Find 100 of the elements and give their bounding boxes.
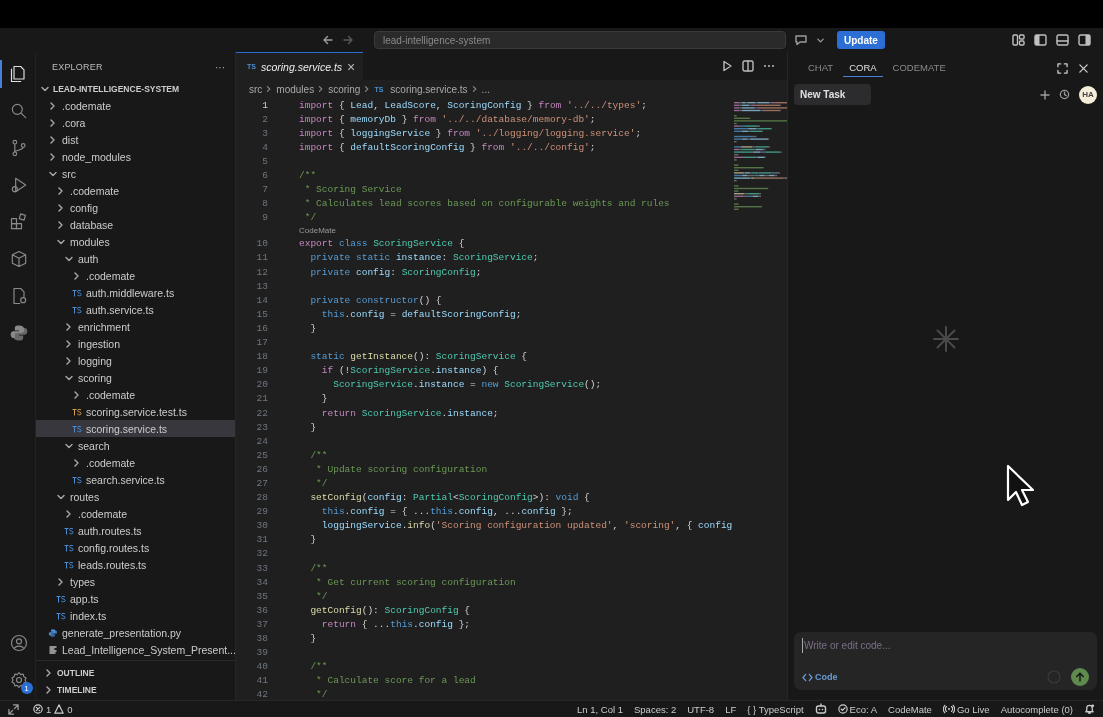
history-icon[interactable] (1059, 89, 1070, 100)
folder-item[interactable]: config (36, 199, 235, 216)
chat-input[interactable]: Write or edit code... (802, 638, 1089, 653)
section-header[interactable]: TIMELINE (40, 681, 235, 698)
breadcrumb-item[interactable]: scoring.service.ts (390, 83, 468, 95)
folder-item[interactable]: routes (36, 488, 235, 505)
split-editor-icon[interactable] (742, 60, 754, 72)
folder-item[interactable]: search (36, 437, 235, 454)
line-number: 39 (255, 647, 268, 659)
file-item[interactable]: app.ts (36, 590, 235, 607)
folder-item[interactable]: src (36, 165, 235, 182)
status-item[interactable]: CodeMate (888, 703, 932, 715)
file-item[interactable]: auth.routes.ts (36, 522, 235, 539)
chat-bubble-icon[interactable] (794, 34, 808, 46)
layout-grid-icon[interactable] (1012, 34, 1025, 46)
folder-item[interactable]: scoring (36, 369, 235, 386)
section-header[interactable]: OUTLINE (40, 664, 235, 681)
search-field[interactable]: lead-intelligence-system (374, 31, 786, 49)
code-line: */ (315, 590, 328, 602)
typescript-file-icon (72, 305, 82, 314)
breadcrumb-item[interactable]: scoring (328, 83, 361, 95)
avatar[interactable]: HA (1079, 85, 1097, 104)
tab-title: scoring.service.ts (260, 60, 343, 73)
line-number: 14 (255, 294, 268, 306)
right-panel-icon[interactable] (1078, 34, 1091, 46)
line-number: 24 (255, 435, 268, 447)
folder-item[interactable]: node_modules (36, 148, 235, 165)
folder-item[interactable]: .codemate (36, 454, 235, 471)
line-number: 29 (255, 506, 268, 518)
extensions-icon[interactable] (8, 212, 29, 232)
file-item[interactable]: auth.middleware.ts (36, 284, 235, 301)
folder-item[interactable]: .cora (36, 114, 235, 131)
code-line: setConfig(config: Partial<ScoringConfig>): void { (309, 492, 590, 504)
folder-item[interactable]: modules (36, 233, 235, 250)
line-number: 9 (261, 212, 268, 224)
breadcrumb-item[interactable]: ... (481, 83, 490, 95)
codelens-link[interactable]: CodeMate (299, 226, 336, 236)
file-item[interactable]: generate_presentation.py (36, 624, 235, 641)
file-item[interactable]: scoring.service.ts (36, 420, 235, 437)
run-icon[interactable] (721, 60, 733, 72)
status-item[interactable]: { } TypeScript (747, 703, 804, 715)
code-line: * Calculate score for a lead (315, 675, 476, 687)
file-item[interactable]: Lead_Intelligence_System_Present... (36, 641, 235, 658)
folder-item[interactable]: .codemate (36, 97, 235, 114)
problems-indicator[interactable]: 1 0 (33, 703, 73, 715)
breadcrumb-item[interactable]: modules (276, 83, 315, 95)
status-item[interactable]: LF (725, 703, 737, 715)
line-number: 7 (261, 184, 268, 196)
panel-tab[interactable]: CODEMATE (886, 59, 952, 77)
folder-item[interactable]: enrichment (36, 318, 235, 335)
remote-icon[interactable] (8, 703, 19, 715)
robot-icon[interactable] (814, 703, 827, 715)
code-line: } (309, 633, 317, 644)
bottom-panel-icon[interactable] (1056, 34, 1069, 46)
plus-icon[interactable] (1040, 89, 1050, 100)
left-panel-icon[interactable] (1034, 34, 1047, 46)
status-item[interactable]: Autocomplete (0) (1000, 703, 1073, 715)
status-item[interactable]: Eco: A (837, 703, 878, 715)
folder-item[interactable]: .codemate (36, 386, 235, 403)
line-number: 6 (261, 170, 268, 181)
breadcrumb-item[interactable]: src (249, 83, 263, 95)
close-icon[interactable] (1078, 62, 1089, 74)
panel-tab[interactable]: CORA (843, 59, 883, 77)
fullscreen-icon[interactable] (1057, 62, 1068, 74)
status-item[interactable]: Spaces: 2 (634, 703, 677, 715)
code-mode-button[interactable]: Code (802, 672, 838, 682)
folder-item[interactable]: database (36, 216, 235, 233)
update-button[interactable]: Update (837, 31, 885, 49)
panel-tab[interactable]: CHAT (802, 59, 840, 77)
file-item[interactable]: config.routes.ts (36, 539, 235, 556)
code-line: import { loggingService } from '../logging/logging.service'; (299, 127, 642, 139)
bell-icon[interactable] (1084, 703, 1095, 715)
file-item[interactable]: leads.routes.ts (36, 556, 235, 573)
folder-item[interactable]: dist (36, 131, 235, 148)
task-tab[interactable]: New Task (794, 84, 872, 105)
line-number: 17 (255, 337, 268, 349)
folder-item[interactable]: ingestion (36, 335, 235, 352)
folder-item[interactable]: .codemate (36, 505, 235, 522)
send-button[interactable] (1071, 668, 1089, 686)
more-actions-button[interactable]: ··· (215, 61, 225, 73)
python-icon[interactable] (8, 323, 29, 343)
status-item[interactable]: UTF-8 (687, 703, 715, 715)
file-item[interactable]: index.ts (36, 607, 235, 624)
folder-item[interactable]: .codemate (36, 182, 235, 199)
forward-arrow-icon[interactable] (342, 34, 354, 46)
line-number: 28 (255, 492, 268, 504)
folder-item[interactable]: .codemate (36, 267, 235, 284)
account-icon[interactable] (8, 633, 29, 653)
folder-item[interactable]: types (36, 573, 235, 590)
file-item[interactable]: auth.service.ts (36, 301, 235, 318)
folder-item[interactable]: auth (36, 250, 235, 267)
folder-item[interactable]: logging (36, 352, 235, 369)
file-item[interactable]: search.service.ts (36, 471, 235, 488)
file-item[interactable]: scoring.service.test.ts (36, 403, 235, 420)
close-icon[interactable]: × (347, 59, 356, 74)
settings-icon[interactable] (8, 670, 29, 690)
status-item[interactable]: Go Live (942, 703, 990, 715)
back-arrow-icon[interactable] (322, 34, 334, 46)
workspace-folder[interactable]: LEAD-INTELLIGENCE-SYSTEM (36, 80, 235, 97)
status-item[interactable]: Ln 1, Col 1 (577, 703, 623, 715)
